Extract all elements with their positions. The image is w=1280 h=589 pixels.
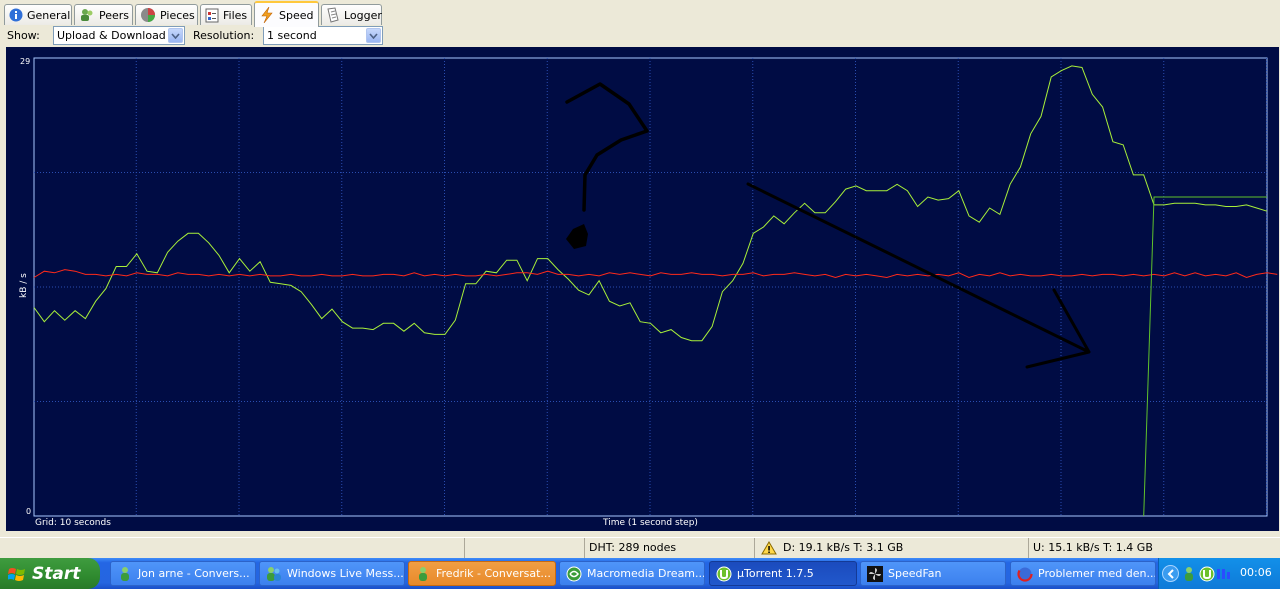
speedfan-icon xyxy=(867,565,883,582)
taskbar-button-label: SpeedFan xyxy=(888,567,942,580)
download-status-cell: D: 19.1 kB/s T: 3.1 GB xyxy=(754,538,1028,558)
chevron-down-icon[interactable] xyxy=(366,28,381,43)
tab-files[interactable]: Files xyxy=(200,4,252,25)
tab-files-label: Files xyxy=(223,8,248,22)
series-lines xyxy=(33,65,1278,517)
system-tray: 00:06 xyxy=(1158,558,1280,589)
show-label: Show: xyxy=(7,29,40,42)
upload-speed-line xyxy=(33,269,1278,279)
status-bar: DHT: 289 nodes D: 19.1 kB/s T: 3.1 GB U:… xyxy=(0,537,1280,559)
y-min-label: 0 xyxy=(26,507,31,516)
taskbar-button-label: Macromedia Dream... xyxy=(587,567,705,580)
question-mark-dot xyxy=(566,224,588,249)
windows-logo-icon xyxy=(8,566,26,582)
resolution-select-value: 1 second xyxy=(267,29,317,42)
pieces-icon xyxy=(140,7,156,23)
start-label: Start xyxy=(32,563,81,584)
messenger-icon xyxy=(266,566,282,582)
question-mark-annotation xyxy=(565,82,649,212)
download-status: D: 19.1 kB/s T: 3.1 GB xyxy=(783,541,904,554)
taskbar-button-label: Jon arne - Convers... xyxy=(138,567,250,580)
y-max-label: 29 xyxy=(20,57,30,66)
taskbar-button-fredrik[interactable]: Fredrik - Conversat... xyxy=(408,561,556,586)
files-icon xyxy=(205,7,219,23)
utorrent-icon xyxy=(716,566,732,582)
status-cell-empty xyxy=(464,538,584,558)
utorrent-tray-icon[interactable] xyxy=(1199,566,1215,585)
lightning-icon xyxy=(259,7,275,23)
info-icon xyxy=(9,7,23,23)
taskbar: Start Jon arne - Convers... Windows Live… xyxy=(0,558,1280,589)
resolution-select[interactable]: 1 second xyxy=(263,26,383,45)
taskbar-button-label: Windows Live Mess... xyxy=(287,567,404,580)
start-button[interactable]: Start xyxy=(0,558,100,589)
tray-expand-icon[interactable] xyxy=(1162,565,1179,582)
messenger-icon xyxy=(117,566,133,582)
taskbar-button-speedfan[interactable]: SpeedFan xyxy=(860,561,1006,586)
messenger-icon xyxy=(415,566,431,582)
taskbar-button-problemer[interactable]: Problemer med den... xyxy=(1010,561,1156,586)
taskbar-button-label: Fredrik - Conversat... xyxy=(436,567,551,580)
dreamweaver-icon xyxy=(566,566,582,582)
peers-icon xyxy=(79,7,95,23)
warning-icon xyxy=(761,541,777,555)
upload-status: U: 15.1 kB/s T: 1.4 GB xyxy=(1028,538,1280,558)
logger-icon xyxy=(326,7,340,23)
y-axis-label: kB / s xyxy=(19,273,29,298)
speed-graph-canvas: 29 0 kB / s Grid: 10 seconds Time (1 sec… xyxy=(19,57,1278,528)
tab-bar: General Peers Pieces Files Speed Logger xyxy=(0,0,1280,27)
speed-toolbar xyxy=(0,26,1280,47)
tab-speed[interactable]: Speed xyxy=(254,1,319,27)
tab-peers[interactable]: Peers xyxy=(74,4,133,25)
tab-pieces-label: Pieces xyxy=(160,8,195,22)
tab-pieces[interactable]: Pieces xyxy=(135,4,198,25)
grid-interval-label: Grid: 10 seconds xyxy=(35,518,111,528)
download-speed-line xyxy=(33,65,1268,342)
resolution-label: Resolution: xyxy=(193,29,255,42)
taskbar-button-dreamweaver[interactable]: Macromedia Dream... xyxy=(559,561,705,586)
show-select-value: Upload & Download xyxy=(57,29,166,42)
show-select[interactable]: Upload & Download xyxy=(53,26,185,45)
browser-icon xyxy=(1017,565,1033,582)
taskbar-button-label: µTorrent 1.7.5 xyxy=(737,567,814,580)
grid-lines xyxy=(34,58,1267,516)
tab-logger[interactable]: Logger xyxy=(321,4,382,25)
x-axis-label: Time (1 second step) xyxy=(602,518,698,528)
tab-general[interactable]: General xyxy=(4,4,72,25)
tab-logger-label: Logger xyxy=(344,8,382,22)
taskbar-button-label: Problemer med den... xyxy=(1038,567,1156,580)
average-speed-line xyxy=(1143,196,1267,517)
taskbar-button-utorrent[interactable]: µTorrent 1.7.5 xyxy=(709,561,857,586)
taskbar-button-windows-live[interactable]: Windows Live Mess... xyxy=(259,561,405,586)
tab-speed-label: Speed xyxy=(279,8,314,22)
messenger-tray-icon[interactable] xyxy=(1182,566,1196,585)
speed-graph: 29 0 kB / s Grid: 10 seconds Time (1 sec… xyxy=(6,47,1279,531)
speedfan-tray-icon[interactable] xyxy=(1217,567,1231,582)
taskbar-button-jon-arne[interactable]: Jon arne - Convers... xyxy=(110,561,256,586)
tab-peers-label: Peers xyxy=(99,8,130,22)
chevron-down-icon[interactable] xyxy=(168,28,183,43)
dht-status: DHT: 289 nodes xyxy=(584,538,754,558)
clock[interactable]: 00:06 xyxy=(1240,566,1272,579)
tab-general-label: General xyxy=(27,8,71,22)
